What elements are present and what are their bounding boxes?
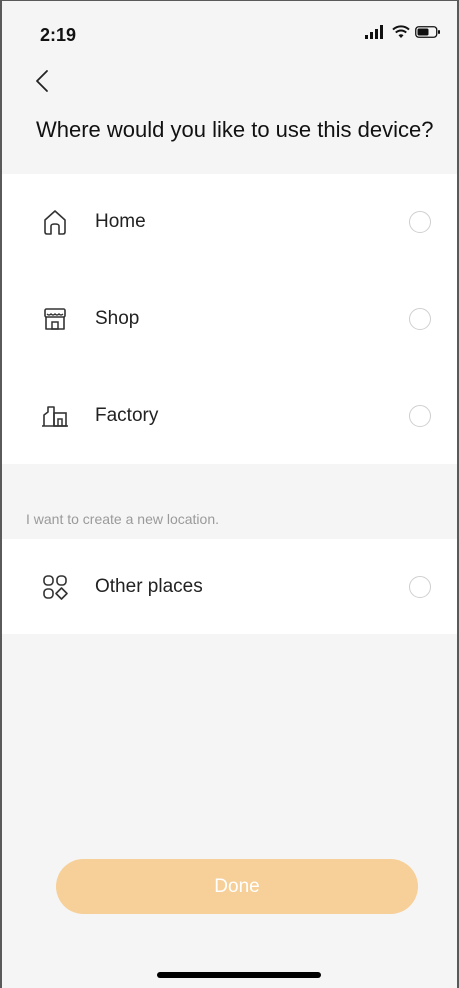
back-button[interactable] <box>28 65 56 97</box>
home-indicator[interactable] <box>157 972 321 978</box>
done-button[interactable]: Done <box>56 859 418 914</box>
battery-icon <box>415 26 440 38</box>
wifi-icon <box>392 25 410 38</box>
location-label: Shop <box>95 308 140 329</box>
location-option-factory[interactable]: Factory <box>2 368 457 464</box>
location-label: Home <box>95 211 146 232</box>
new-location-card: Other places <box>2 539 457 634</box>
location-option-home[interactable]: Home <box>2 174 457 270</box>
status-icons <box>365 25 441 39</box>
location-option-shop[interactable]: Shop <box>2 271 457 367</box>
location-label: Other places <box>95 576 203 597</box>
storefront-icon <box>38 302 72 336</box>
page-title: Where would you like to use this device? <box>36 117 434 142</box>
radio-button[interactable] <box>409 211 431 233</box>
app-screen: 2:19 Where would you like to use this de… <box>0 0 459 988</box>
location-label: Factory <box>95 405 159 426</box>
cellular-signal-icon <box>365 25 383 39</box>
grid-shapes-icon <box>38 570 72 604</box>
status-bar: 2:19 <box>2 1 457 59</box>
location-list: Home Shop Factory <box>2 174 457 464</box>
radio-button[interactable] <box>409 576 431 598</box>
chevron-left-icon <box>36 70 48 92</box>
radio-button[interactable] <box>409 405 431 427</box>
new-location-hint: I want to create a new location. <box>26 511 219 527</box>
radio-button[interactable] <box>409 308 431 330</box>
house-icon <box>38 205 72 239</box>
location-option-other-places[interactable]: Other places <box>2 539 457 635</box>
status-time: 2:19 <box>40 25 77 45</box>
factory-icon <box>38 399 72 433</box>
